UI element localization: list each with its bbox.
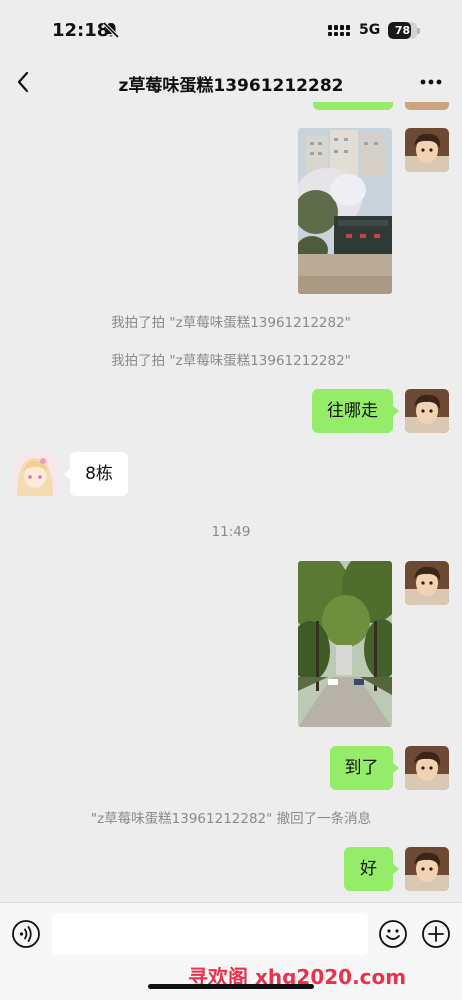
my-avatar[interactable] [405,746,449,790]
signal-icon [328,25,350,36]
chevron-left-icon[interactable] [14,68,34,96]
chat-title: z草莓味蛋糕13961212282 [118,76,344,96]
contact-avatar[interactable] [13,452,57,496]
my-avatar[interactable] [405,847,449,891]
emoji-icon[interactable] [378,919,408,949]
previous-message-bubble [313,102,393,110]
incoming-message-bubble[interactable]: 8栋 [64,452,128,496]
status-time: 12:18 [52,20,110,41]
photo-building-image [298,128,392,294]
outgoing-message-bubble[interactable]: 好 [344,847,399,891]
bell-off-icon [102,21,120,39]
my-avatar-image [405,128,449,172]
voice-icon[interactable] [11,919,41,949]
outgoing-photo-building[interactable] [298,128,392,294]
chat-header: z草莓味蛋糕13961212282 [0,62,462,102]
system-pat-message: 我拍了拍 "z草莓味蛋糕13961212282" [111,315,351,331]
my-avatar-image [405,389,449,433]
my-avatar-image [405,746,449,790]
my-avatar[interactable] [405,561,449,605]
plus-icon[interactable] [421,919,451,949]
outgoing-photo-street[interactable] [298,561,392,727]
my-avatar[interactable] [405,128,449,172]
network-label: 5G [359,22,381,38]
outgoing-message-bubble[interactable]: 到了 [330,746,399,790]
photo-street-image [298,561,392,727]
my-avatar-image [405,561,449,605]
battery-icon: 78 [388,22,420,39]
my-avatar-image [405,847,449,891]
contact-avatar-image [13,452,57,496]
system-pat-message: 我拍了拍 "z草莓味蛋糕13961212282" [111,353,351,369]
status-bar: 12:18 5G 78 [0,0,462,62]
system-recall-message: "z草莓味蛋糕13961212282" 撤回了一条消息 [90,811,372,827]
more-dots-icon[interactable] [416,70,446,94]
previous-message-avatar [405,102,449,110]
battery-level-text: 78 [394,24,411,37]
my-avatar[interactable] [405,389,449,433]
message-input[interactable] [52,913,368,955]
time-divider: 11:49 [211,524,251,540]
outgoing-message-bubble[interactable]: 往哪走 [312,389,399,433]
home-indicator[interactable] [148,984,314,989]
